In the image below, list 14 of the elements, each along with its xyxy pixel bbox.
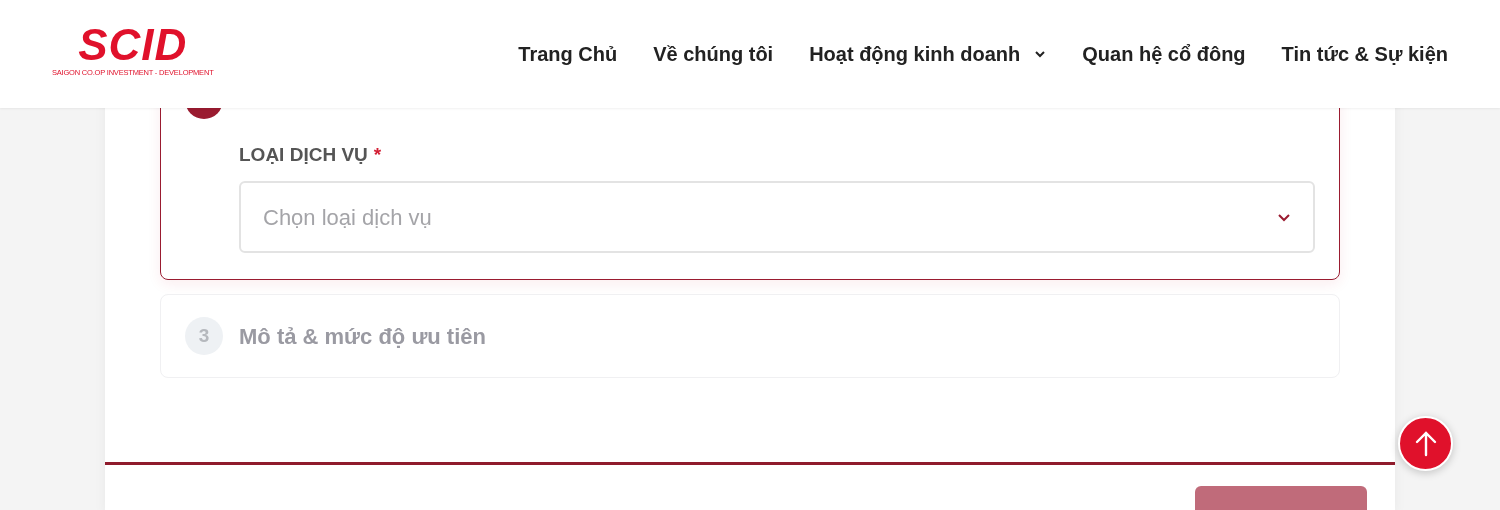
- arrow-up-icon: [1413, 430, 1438, 457]
- nav-link[interactable]: Trang Chủ: [518, 39, 618, 69]
- nav-link[interactable]: Về chúng tôi: [653, 39, 774, 69]
- required-mark: *: [373, 143, 382, 167]
- logo-mark[interactable]: SCID: [78, 23, 188, 68]
- nav-link[interactable]: Tin tức & Sự kiện: [1281, 39, 1448, 69]
- nav-dropdown[interactable]: Hoạt động kinh doanh: [809, 39, 1047, 69]
- step-title: Mô tả & mức độ ưu tiên: [239, 322, 486, 351]
- scroll-to-top-button[interactable]: [1398, 416, 1453, 471]
- step-number: 3: [185, 317, 223, 355]
- chevron-down-icon: [1277, 212, 1291, 222]
- nav-link[interactable]: Quan hệ cổ đông: [1082, 39, 1246, 69]
- chevron-down-icon: [1034, 50, 1047, 58]
- field-label: LOẠI DỊCH VỤ: [239, 143, 368, 167]
